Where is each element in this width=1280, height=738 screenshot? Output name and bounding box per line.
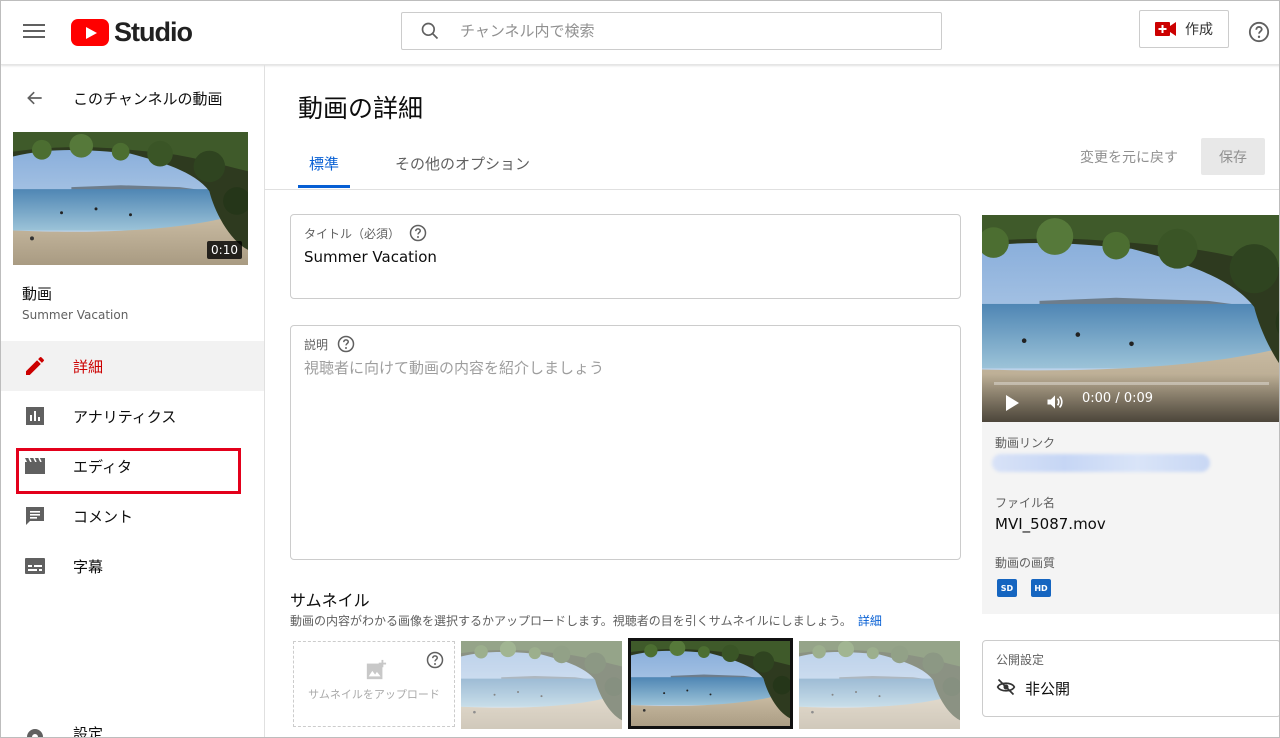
description-field[interactable]: 説明 視聴者に向けて動画の内容を紹介しましょう bbox=[290, 325, 961, 560]
video-title: Summer Vacation bbox=[22, 308, 129, 322]
sidebar-item-label: 詳細 bbox=[73, 357, 104, 376]
video-info-panel: 動画リンク ファイル名 MVI_5087.mov 動画の画質 SD HD bbox=[982, 422, 1279, 614]
video-preview-player[interactable]: 0:00 / 0:09 bbox=[982, 215, 1279, 422]
duration-badge: 0:10 bbox=[207, 241, 242, 259]
visibility-value: 非公開 bbox=[1025, 680, 1071, 698]
menu-icon[interactable] bbox=[23, 21, 45, 43]
tab-standard[interactable]: 標準 bbox=[309, 153, 339, 174]
comment-icon bbox=[26, 507, 44, 525]
pencil-icon bbox=[26, 356, 45, 375]
thumbnail-description: 動画の内容がわかる画像を選択するかアップロードします。視聴者の目を引くサムネイル… bbox=[290, 612, 882, 629]
search-box[interactable] bbox=[401, 12, 942, 50]
help-icon[interactable] bbox=[1248, 21, 1270, 43]
quality-label: 動画の画質 bbox=[995, 556, 1056, 570]
sidebar-item-comments[interactable]: コメント bbox=[1, 491, 264, 541]
create-button[interactable]: 作成 bbox=[1139, 10, 1229, 48]
help-icon[interactable] bbox=[337, 335, 355, 353]
sidebar-item-label: 字幕 bbox=[73, 557, 104, 576]
volume-icon[interactable] bbox=[1044, 392, 1066, 412]
create-label: 作成 bbox=[1185, 22, 1213, 38]
title-field-label-row: タイトル（必須） bbox=[304, 224, 427, 242]
thumbnail-option-2[interactable] bbox=[628, 638, 793, 729]
add-photo-icon bbox=[366, 659, 387, 680]
thumbnail-description-text: 動画の内容がわかる画像を選択するかアップロードします。視聴者の目を引くサムネイル… bbox=[290, 614, 852, 628]
sidebar-item-label: アナリティクス bbox=[73, 407, 177, 426]
studio-logo[interactable]: Studio bbox=[71, 17, 193, 48]
description-field-label-row: 説明 bbox=[304, 335, 355, 353]
help-icon[interactable] bbox=[426, 651, 444, 669]
revert-changes-button[interactable]: 変更を元に戻す bbox=[1080, 147, 1178, 167]
eye-off-icon bbox=[996, 678, 1016, 696]
thumbnail-heading: サムネイル bbox=[290, 591, 370, 610]
top-bar: Studio 作成 bbox=[1, 1, 1279, 65]
progress-bar[interactable] bbox=[994, 382, 1269, 385]
search-input[interactable] bbox=[460, 22, 900, 40]
description-field-label: 説明 bbox=[304, 337, 329, 352]
player-controls: 0:00 / 0:09 bbox=[982, 374, 1279, 422]
title-field-label: タイトル（必須） bbox=[304, 226, 401, 241]
thumbnail-option-3[interactable] bbox=[799, 641, 960, 729]
hd-badge: HD bbox=[1031, 579, 1051, 597]
visibility-label: 公開設定 bbox=[996, 653, 1045, 667]
sidebar-item-label: 設定 bbox=[73, 725, 104, 738]
title-field[interactable]: タイトル（必須） Summer Vacation bbox=[290, 214, 961, 299]
upload-thumbnail-label: サムネイルをアップロード bbox=[308, 688, 440, 701]
search-icon bbox=[421, 22, 439, 40]
editor-highlight-box bbox=[16, 448, 241, 494]
visibility-selector[interactable]: 公開設定 非公開 bbox=[982, 640, 1279, 717]
title-value: Summer Vacation bbox=[304, 248, 437, 266]
tab-more-options[interactable]: その他のオプション bbox=[395, 153, 530, 174]
video-thumbnail[interactable]: 0:10 bbox=[13, 132, 248, 265]
youtube-logo-icon bbox=[71, 19, 109, 46]
arrow-back-icon[interactable] bbox=[25, 88, 45, 108]
sidebar-item-label: コメント bbox=[73, 507, 134, 526]
logo-text: Studio bbox=[114, 17, 193, 47]
thumbnail-option-1[interactable] bbox=[461, 641, 622, 729]
sidebar-item-details[interactable]: 詳細 bbox=[1, 341, 264, 391]
video-camera-icon bbox=[1155, 22, 1176, 36]
active-tab-indicator bbox=[298, 185, 350, 188]
sidebar-item-analytics[interactable]: アナリティクス bbox=[1, 391, 264, 441]
video-link-blurred[interactable] bbox=[992, 454, 1210, 472]
sidebar-item-subtitles[interactable]: 字幕 bbox=[1, 541, 264, 591]
back-to-channel-videos[interactable]: このチャンネルの動画 bbox=[1, 65, 265, 131]
sidebar-item-settings[interactable]: 設定 bbox=[1, 721, 264, 738]
gear-icon bbox=[27, 729, 43, 737]
time-display: 0:00 / 0:09 bbox=[1082, 391, 1154, 406]
analytics-icon bbox=[26, 407, 44, 425]
page-title: 動画の詳細 bbox=[298, 94, 424, 123]
play-icon[interactable] bbox=[1004, 394, 1020, 412]
back-label: このチャンネルの動画 bbox=[73, 89, 223, 108]
sd-badge: SD bbox=[997, 579, 1017, 597]
youtube-studio-window: Studio 作成 このチャ bbox=[0, 0, 1280, 738]
description-placeholder: 視聴者に向けて動画の内容を紹介しましょう bbox=[304, 359, 605, 377]
thumbnail-details-link[interactable]: 詳細 bbox=[858, 614, 882, 628]
subtitles-icon bbox=[25, 558, 45, 574]
save-button[interactable]: 保存 bbox=[1201, 138, 1265, 175]
video-label: 動画 bbox=[22, 285, 53, 303]
upload-thumbnail-button[interactable]: サムネイルをアップロード bbox=[293, 641, 455, 727]
sidebar: このチャンネルの動画 0:10 動画 Summer Vacation 詳細 アナ… bbox=[1, 65, 265, 738]
help-icon[interactable] bbox=[409, 224, 427, 242]
file-name-label: ファイル名 bbox=[995, 496, 1056, 510]
video-link-label: 動画リンク bbox=[995, 436, 1056, 450]
file-name-value: MVI_5087.mov bbox=[995, 515, 1106, 533]
